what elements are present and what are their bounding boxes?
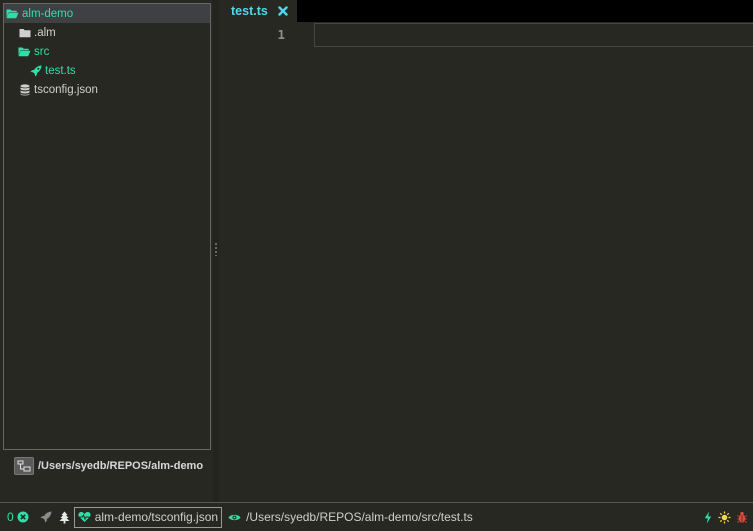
- splitter-grip[interactable]: [215, 242, 217, 256]
- tree-icon[interactable]: [59, 503, 70, 531]
- tree-structure-icon: [14, 457, 34, 475]
- sidebar: alm-demo .alm src test.ts tsconfig.json: [0, 0, 213, 502]
- tree-item-label: test.ts: [45, 64, 76, 77]
- rocket-icon: [29, 65, 42, 77]
- tree-item-label: tsconfig.json: [34, 83, 98, 96]
- tree-item-label: src: [34, 45, 50, 58]
- tab-bar: test.ts: [219, 0, 753, 22]
- tab-test-ts[interactable]: test.ts: [219, 0, 297, 22]
- tree-item-alm[interactable]: .alm: [4, 23, 210, 42]
- tree-item-test-ts[interactable]: test.ts: [4, 61, 210, 80]
- tree-item-alm-demo[interactable]: alm-demo: [4, 4, 210, 23]
- eye-icon[interactable]: [228, 503, 241, 531]
- code-editor[interactable]: 1: [219, 22, 753, 502]
- active-project-button[interactable]: alm-demo/tsconfig.json: [73, 506, 223, 528]
- project-root[interactable]: /Users/syedb/REPOS/alm-demo: [14, 456, 203, 476]
- project-root-label: /Users/syedb/REPOS/alm-demo: [38, 460, 204, 472]
- open-file-path[interactable]: /Users/syedb/REPOS/alm-demo/src/test.ts: [246, 510, 473, 524]
- error-count[interactable]: 0: [7, 510, 14, 524]
- sun-icon[interactable]: [718, 503, 731, 531]
- folder-open-icon: [18, 46, 31, 58]
- tab-title: test.ts: [231, 4, 268, 18]
- status-bar: 0 alm-demo/tsconfig.json /Users/syedb/RE…: [0, 502, 753, 531]
- line-number: 1: [277, 27, 285, 42]
- close-icon[interactable]: [278, 6, 288, 16]
- bolt-icon[interactable]: [704, 503, 712, 531]
- close-circle-icon[interactable]: [17, 503, 29, 531]
- heartbeat-icon: [78, 508, 91, 527]
- bug-icon[interactable]: [737, 503, 747, 531]
- tree-item-label: .alm: [34, 26, 56, 39]
- database-icon: [18, 83, 31, 96]
- folder-icon: [18, 27, 31, 39]
- tree-item-label: alm-demo: [22, 7, 74, 20]
- active-project-label: alm-demo/tsconfig.json: [94, 510, 219, 524]
- rocket-icon[interactable]: [40, 503, 52, 531]
- tree-item-src[interactable]: src: [4, 42, 210, 61]
- folder-open-icon: [6, 8, 19, 20]
- current-line-highlight: [314, 23, 753, 47]
- tree-item-tsconfig-json[interactable]: tsconfig.json: [4, 80, 210, 99]
- status-bar-right: [704, 503, 747, 531]
- file-tree: alm-demo .alm src test.ts tsconfig.json: [3, 3, 211, 450]
